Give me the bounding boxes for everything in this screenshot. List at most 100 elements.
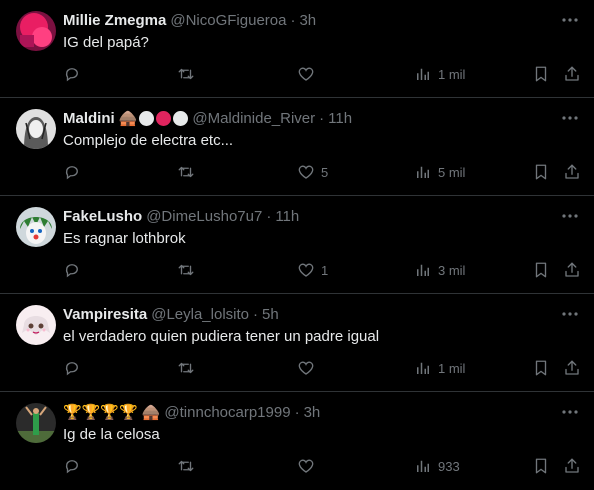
views-button[interactable]: 1 mil — [414, 64, 465, 84]
more-options-icon[interactable] — [560, 108, 580, 128]
avatar[interactable] — [16, 109, 56, 149]
timestamp[interactable]: 3h — [299, 12, 316, 29]
reply-icon — [65, 264, 78, 278]
retweet-button[interactable] — [177, 260, 201, 280]
share-button[interactable] — [563, 162, 581, 182]
like-count: 1 — [321, 262, 329, 278]
bookmark-button[interactable] — [532, 64, 550, 84]
replies-feed: Millie Zmegma @NicoGFigueroa · 3h IG del… — [0, 0, 594, 490]
user-handle[interactable]: @DimeLusho7u7 — [146, 208, 262, 225]
reply-icon — [65, 362, 78, 376]
action-bar: 5 5 mil — [63, 162, 580, 182]
avatar[interactable] — [16, 11, 56, 51]
views-button[interactable]: 1 mil — [414, 358, 465, 378]
more-options-icon[interactable] — [560, 304, 580, 324]
views-icon — [417, 362, 429, 374]
share-icon — [565, 66, 579, 81]
separator-dot: · — [294, 403, 300, 421]
timestamp[interactable]: 11h — [328, 110, 352, 127]
separator-dot: · — [290, 11, 296, 29]
user-handle[interactable]: @Leyla_lolsito — [151, 306, 249, 323]
reply-button[interactable] — [63, 64, 87, 84]
retweet-button[interactable] — [177, 64, 201, 84]
views-button[interactable]: 933 — [414, 456, 460, 476]
more-options-icon[interactable] — [560, 402, 580, 422]
heart-icon — [298, 67, 314, 81]
bookmark-icon — [535, 66, 547, 82]
avatar[interactable] — [16, 305, 56, 345]
action-bar: 1 3 mil — [63, 260, 580, 280]
separator-dot: · — [253, 305, 258, 323]
retweet-button[interactable] — [177, 162, 201, 182]
reply-button[interactable] — [63, 162, 87, 182]
separator-dot: · — [266, 207, 272, 225]
avatar[interactable] — [16, 207, 56, 247]
views-icon — [417, 264, 429, 276]
tweet-header: Maldini 🛖 @Maldinide_River · 11h — [63, 108, 564, 128]
more-options-icon[interactable] — [560, 10, 580, 30]
reply-icon — [65, 68, 78, 82]
like-button[interactable]: 1 — [297, 260, 328, 280]
bookmark-button[interactable] — [532, 162, 550, 182]
bookmark-icon — [535, 262, 547, 278]
views-count: 3 mil — [438, 262, 466, 278]
display-name[interactable]: 🏆🏆🏆🏆 — [63, 403, 138, 421]
reply-button[interactable] — [63, 358, 87, 378]
share-button[interactable] — [563, 260, 581, 280]
timestamp[interactable]: 5h — [262, 306, 279, 323]
display-name[interactable]: FakeLusho — [63, 208, 142, 225]
tweet-reply[interactable]: 🏆🏆🏆🏆 🛖 @tinnchocarp1999 · 3h Ig de la ce… — [0, 392, 594, 490]
views-icon — [417, 460, 429, 472]
house-emoji-icon: 🛖 — [141, 403, 161, 421]
timestamp[interactable]: 3h — [304, 404, 321, 421]
bookmark-button[interactable] — [532, 358, 550, 378]
reply-button[interactable] — [63, 456, 87, 476]
tweet-header: FakeLusho @DimeLusho7u7 · 11h — [63, 206, 564, 226]
heart-icon — [298, 361, 314, 375]
display-name[interactable]: Millie Zmegma — [63, 12, 166, 29]
like-button[interactable] — [297, 358, 321, 378]
user-handle[interactable]: @Maldinide_River — [192, 110, 315, 127]
retweet-button[interactable] — [177, 358, 201, 378]
name-badges: 🛖 — [119, 110, 189, 126]
more-options-icon[interactable] — [560, 206, 580, 226]
tweet-text: Complejo de electra etc... — [63, 132, 234, 149]
retweet-icon — [178, 460, 194, 472]
reply-button[interactable] — [63, 260, 87, 280]
tweet-reply[interactable]: Millie Zmegma @NicoGFigueroa · 3h IG del… — [0, 0, 594, 98]
views-button[interactable]: 3 mil — [414, 260, 465, 280]
tweet-reply[interactable]: Maldini 🛖 @Maldinide_River · 11h Complej… — [0, 98, 594, 196]
bookmark-button[interactable] — [532, 456, 550, 476]
action-bar: 1 mil — [63, 64, 580, 84]
share-button[interactable] — [563, 456, 581, 476]
share-icon — [565, 164, 579, 179]
retweet-icon — [178, 264, 194, 276]
share-icon — [565, 360, 579, 375]
user-handle[interactable]: @NicoGFigueroa — [170, 12, 286, 29]
timestamp[interactable]: 11h — [275, 208, 299, 225]
bookmark-icon — [535, 458, 547, 474]
bookmark-icon — [535, 360, 547, 376]
user-handle[interactable]: @tinnchocarp1999 — [164, 404, 290, 421]
like-button[interactable] — [297, 64, 321, 84]
tweet-text: Es ragnar lothbrok — [63, 230, 186, 247]
action-bar: 933 — [63, 456, 580, 476]
share-button[interactable] — [563, 64, 581, 84]
avatar[interactable] — [16, 403, 56, 443]
share-button[interactable] — [563, 358, 581, 378]
like-button[interactable] — [297, 456, 321, 476]
views-button[interactable]: 5 mil — [414, 162, 465, 182]
avatar-image — [16, 403, 56, 443]
retweet-button[interactable] — [177, 456, 201, 476]
views-count: 933 — [438, 458, 460, 474]
heart-icon — [298, 165, 314, 179]
share-icon — [565, 262, 579, 277]
display-name[interactable]: Vampiresita — [63, 306, 147, 323]
tweet-reply[interactable]: Vampiresita @Leyla_lolsito · 5h el verda… — [0, 294, 594, 392]
bookmark-button[interactable] — [532, 260, 550, 280]
heart-icon — [298, 459, 314, 473]
display-name[interactable]: Maldini — [63, 110, 115, 127]
like-button[interactable]: 5 — [297, 162, 328, 182]
tweet-reply[interactable]: FakeLusho @DimeLusho7u7 · 11h Es ragnar … — [0, 196, 594, 294]
retweet-icon — [178, 68, 194, 80]
